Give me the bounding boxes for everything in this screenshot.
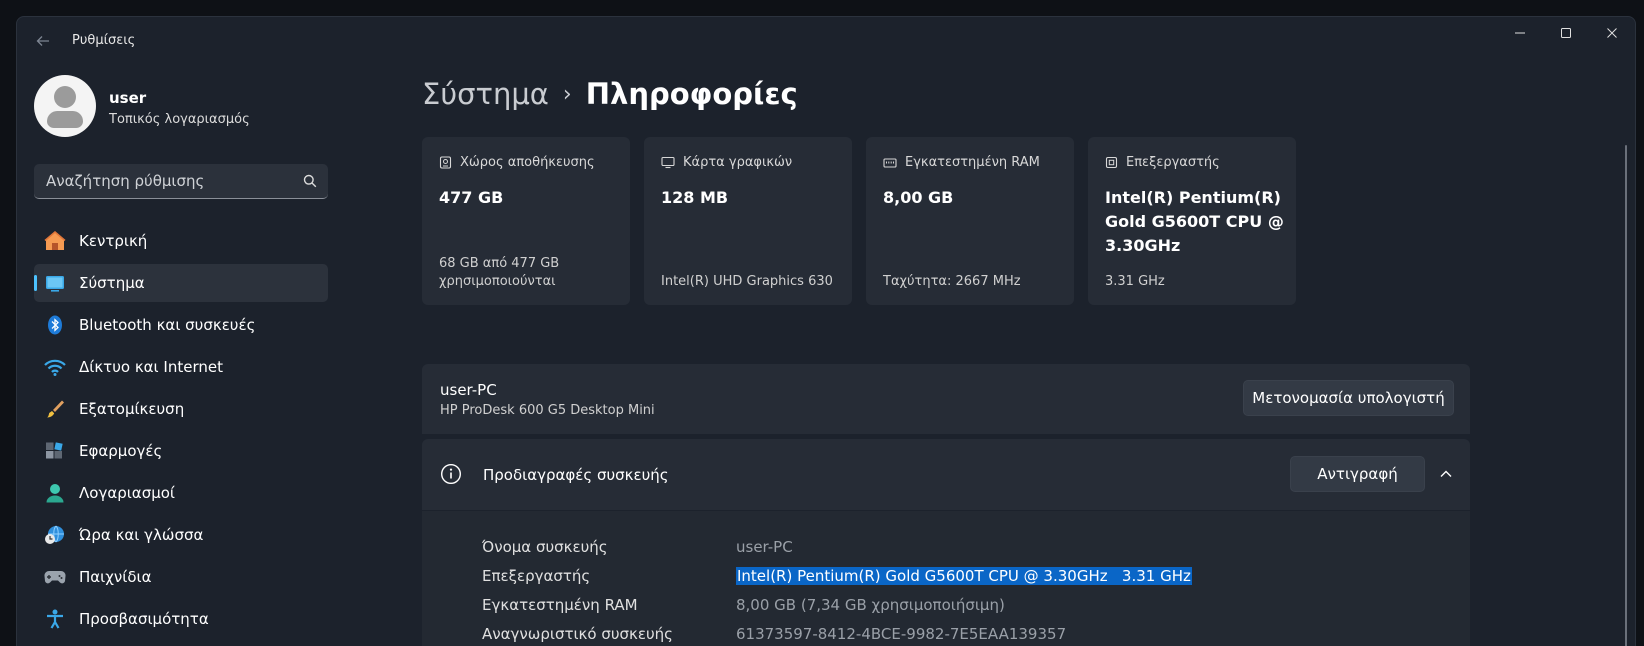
brush-icon: [47, 400, 64, 418]
close-icon: [1607, 28, 1617, 38]
device-specs-header[interactable]: Προδιαγραφές συσκευής Αντιγραφή: [422, 439, 1470, 510]
card-subtext: 3.31 GHz: [1105, 274, 1165, 289]
spec-label: Αναγνωριστικό συσκευής: [482, 625, 673, 643]
bluetooth-icon: [48, 315, 62, 335]
card-subtext: Ταχύτητα: 2667 MHz: [883, 274, 1021, 289]
spec-value[interactable]: 61373597-8412-4BCE-9982-7E5EAA139357: [736, 625, 1066, 643]
sidebar-item-bluetooth[interactable]: Bluetooth και συσκευές: [34, 306, 328, 344]
account-icon: [46, 484, 64, 503]
sidebar-item-personalization[interactable]: Εξατομίκευση: [34, 390, 328, 428]
spec-value[interactable]: 8,00 GB (7,34 GB χρησιμοποιήσιμη): [736, 596, 1005, 614]
device-specs-title: Προδιαγραφές συσκευής: [483, 466, 669, 484]
card-value: Intel(R) Pentium(R) Gold G5600T CPU @ 3.…: [1105, 188, 1284, 255]
settings-window: Ρυθμίσεις user Τοπικός λογαριασμός Κεντρ…: [16, 16, 1636, 646]
info-icon: [440, 463, 462, 485]
display-icon: [661, 156, 675, 169]
title-bar: Ρυθμίσεις: [17, 17, 1635, 63]
search-input[interactable]: [34, 164, 284, 198]
close-button[interactable]: [1589, 17, 1635, 49]
spec-label: Όνομα συσκευής: [482, 538, 608, 556]
card-title: Επεξεργαστής: [1126, 155, 1220, 170]
card-value: 128 MB: [661, 188, 729, 207]
scrollbar[interactable]: [1625, 145, 1627, 646]
sidebar-item-home[interactable]: Κεντρική: [34, 222, 328, 260]
back-button[interactable]: [31, 29, 55, 53]
breadcrumb-separator: ›: [562, 82, 572, 107]
sidebar-item-label: Σύστημα: [79, 274, 145, 292]
sidebar-item-accounts[interactable]: Λογαριασμοί: [34, 474, 328, 512]
sidebar-item-label: Κεντρική: [79, 232, 148, 250]
page-title: Πληροφορίες: [585, 77, 798, 111]
breadcrumb-parent[interactable]: Σύστημα: [422, 77, 549, 111]
search-box: [34, 164, 328, 199]
sidebar-item-label: Εφαρμογές: [79, 442, 163, 460]
sidebar-item-accessibility[interactable]: Προσβασιμότητα: [34, 600, 328, 638]
rename-pc-button[interactable]: Μετονομασία υπολογιστή: [1243, 380, 1454, 416]
sidebar-item-label: Παιχνίδια: [79, 568, 152, 586]
pc-name-section: user-PC HP ProDesk 600 G5 Desktop Mini Μ…: [422, 364, 1470, 434]
sidebar-item-time-language[interactable]: Ώρα και γλώσσα: [34, 516, 328, 554]
user-name: user: [109, 89, 147, 107]
sidebar-item-network[interactable]: Δίκτυο και Internet: [34, 348, 328, 386]
spec-row: Εγκατεστημένη RAM 8,00 GB (7,34 GB χρησι…: [482, 596, 1462, 622]
app-title: Ρυθμίσεις: [72, 33, 136, 48]
sidebar-item-apps[interactable]: Εφαρμογές: [34, 432, 328, 470]
card-value: 477 GB: [439, 188, 504, 207]
ram-icon: [883, 157, 897, 168]
maximize-icon: [1561, 28, 1571, 38]
pc-model: HP ProDesk 600 G5 Desktop Mini: [440, 403, 655, 418]
spec-row: Επεξεργαστής Intel(R) Pentium(R) Gold G5…: [482, 567, 1462, 593]
account-type: Τοπικός λογαριασμός: [109, 112, 250, 127]
card-title: Χώρος αποθήκευσης: [460, 155, 595, 170]
sidebar-item-gaming[interactable]: Παιχνίδια: [34, 558, 328, 596]
sidebar-nav: Κεντρική Σύστημα Bluetooth και συσκευές …: [34, 222, 328, 642]
spec-value[interactable]: user-PC: [736, 538, 793, 556]
ram-card: Εγκατεστημένη RAM 8,00 GB Ταχύτητα: 2667…: [866, 137, 1074, 305]
storage-icon: [439, 156, 452, 169]
sidebar-item-label: Λογαριασμοί: [79, 484, 175, 502]
spec-label: Επεξεργαστής: [482, 567, 591, 585]
system-icon: [46, 276, 64, 292]
sidebar-item-system[interactable]: Σύστημα: [34, 264, 328, 302]
device-specs-list: Όνομα συσκευής user-PC Επεξεργαστής Inte…: [422, 511, 1470, 646]
processor-card: Επεξεργαστής Intel(R) Pentium(R) Gold G5…: [1088, 137, 1296, 305]
cpu-icon: [1105, 156, 1118, 169]
pc-name: user-PC: [440, 381, 497, 399]
breadcrumb: Σύστημα › Πληροφορίες: [422, 77, 798, 111]
chevron-up-icon[interactable]: [1439, 467, 1453, 481]
spec-label: Εγκατεστημένη RAM: [482, 596, 638, 614]
sidebar-item-label: Bluetooth και συσκευές: [79, 316, 256, 334]
apps-icon: [46, 442, 63, 459]
sidebar-item-label: Ώρα και γλώσσα: [79, 526, 204, 544]
home-icon: [44, 231, 66, 250]
storage-card: Χώρος αποθήκευσης 477 GB 68 GB από 477 G…: [422, 137, 630, 305]
graphics-card: Κάρτα γραφικών 128 MB Intel(R) UHD Graph…: [644, 137, 852, 305]
card-subtext: Intel(R) UHD Graphics 630: [661, 274, 833, 289]
card-subtext: 68 GB από 477 GB χρησιμοποιούνται: [439, 256, 560, 289]
search-icon[interactable]: [303, 174, 317, 188]
maximize-button[interactable]: [1543, 17, 1589, 49]
spec-value-selected[interactable]: Intel(R) Pentium(R) Gold G5600T CPU @ 3.…: [736, 567, 1192, 585]
active-indicator: [34, 275, 37, 291]
spec-row: Όνομα συσκευής user-PC: [482, 538, 1462, 564]
globe-clock-icon: [45, 525, 64, 544]
accessibility-icon: [47, 609, 63, 629]
sidebar-item-label: Δίκτυο και Internet: [79, 358, 223, 376]
card-title: Εγκατεστημένη RAM: [905, 155, 1040, 170]
card-title: Κάρτα γραφικών: [683, 155, 793, 170]
minimize-icon: [1515, 32, 1525, 34]
spec-row: Αναγνωριστικό συσκευής 61373597-8412-4BC…: [482, 625, 1462, 646]
sidebar-item-label: Προσβασιμότητα: [79, 610, 209, 628]
gamepad-icon: [44, 570, 66, 584]
sidebar-item-label: Εξατομίκευση: [79, 400, 185, 418]
avatar: [34, 75, 96, 137]
wifi-icon: [44, 359, 66, 376]
back-arrow-icon: [36, 36, 49, 46]
card-value: 8,00 GB: [883, 188, 954, 207]
minimize-button[interactable]: [1497, 17, 1543, 49]
copy-button[interactable]: Αντιγραφή: [1290, 456, 1425, 492]
